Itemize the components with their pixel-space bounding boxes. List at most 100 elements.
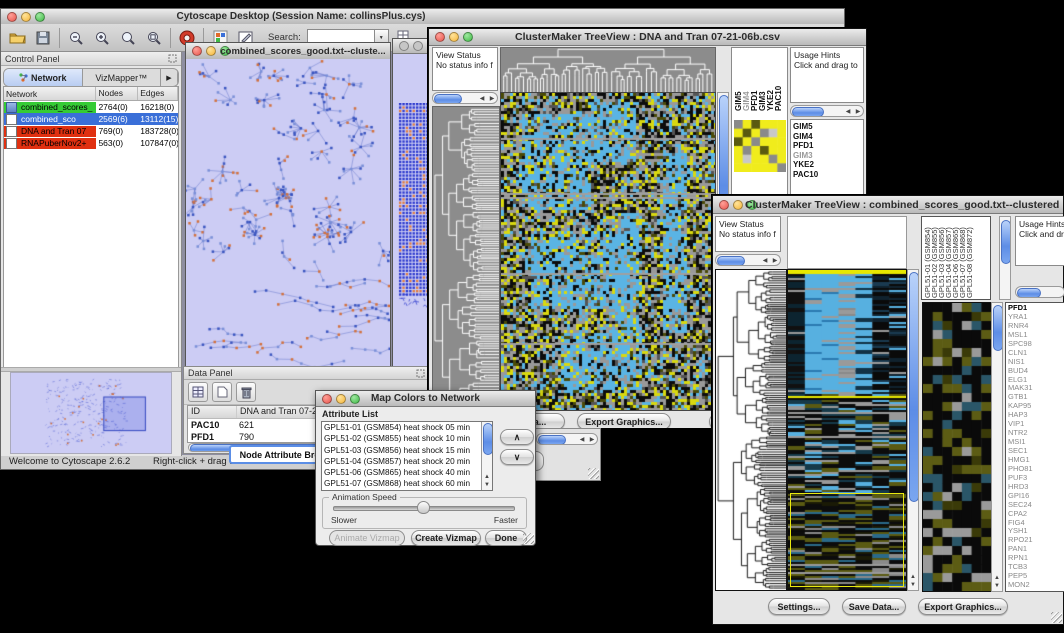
gene-item[interactable]: MSL1 (1008, 331, 1062, 340)
scroll-thumb[interactable] (909, 272, 919, 502)
scroll-right-icon[interactable]: ▶ (587, 436, 597, 444)
gene-item[interactable]: MSI1 (1008, 438, 1062, 447)
scroll-right-icon[interactable]: ▶ (487, 95, 497, 103)
gene-item[interactable]: GIM5 (793, 122, 861, 132)
fragment-hscrollbar[interactable]: ◀ ▶ (536, 433, 598, 445)
attribute-item[interactable]: GPL51-06 (GSM865) heat shock 40 min (322, 467, 492, 478)
network-row[interactable]: RNAPuberNov2+ 563(0) 107847(0) (4, 137, 178, 149)
column-label[interactable]: GPL51-08 (GSM872) (965, 218, 974, 298)
gene-item[interactable]: FIG4 (1008, 519, 1062, 528)
network-window-2-titlebar[interactable] (393, 39, 433, 54)
network-window-1-titlebar[interactable]: combined_scores_good.txt--cluste... (186, 43, 390, 60)
main-titlebar[interactable]: Cytoscape Desktop (Session Name: collins… (1, 9, 844, 25)
attribute-select-icon[interactable] (188, 382, 208, 402)
tv2-zoom-heatmap[interactable] (922, 302, 992, 592)
scroll-up-icon[interactable]: ▲ (992, 574, 1002, 582)
tv2-row-dendrogram[interactable] (715, 269, 787, 591)
minimize-icon[interactable] (449, 32, 459, 42)
gene-item[interactable]: PEP5 (1008, 572, 1062, 581)
save-data-button[interactable]: Save Data... (842, 598, 906, 615)
gene-item[interactable]: BUD4 (1008, 367, 1062, 376)
zoom-fit-icon[interactable] (118, 28, 138, 48)
tv2-hints-hscrollbar[interactable] (1015, 286, 1064, 298)
gene-item[interactable]: YRA1 (1008, 313, 1062, 322)
gene-item[interactable]: RPN1 (1008, 554, 1062, 563)
zoom-in-icon[interactable] (92, 28, 112, 48)
scroll-thumb[interactable] (434, 94, 462, 104)
gene-item[interactable]: PUF3 (1008, 474, 1062, 483)
resize-grip[interactable] (523, 533, 534, 544)
scroll-down-icon[interactable]: ▼ (992, 582, 1002, 590)
network-row[interactable]: DNA and Tran 07 769(0) 183728(0) (4, 125, 178, 137)
id-column-header[interactable]: ID (188, 406, 237, 418)
scroll-up-icon[interactable]: ▲ (482, 473, 492, 481)
tab-network[interactable]: Network (4, 69, 83, 86)
zoom-out-icon[interactable] (66, 28, 86, 48)
gene-item[interactable]: NIS1 (1008, 358, 1062, 367)
minimize-icon[interactable] (413, 41, 423, 51)
resize-grip[interactable] (1051, 612, 1062, 623)
scroll-left-icon[interactable]: ◀ (760, 257, 770, 265)
float-panel-icon[interactable] (168, 54, 177, 63)
network-row[interactable]: combined_scores_ 2764(0) 16218(0) (4, 101, 178, 113)
export-graphics-button[interactable]: Export Graphics... (918, 598, 1008, 615)
create-vizmap-button[interactable]: Create Vizmap (411, 530, 481, 546)
open-folder-icon[interactable] (7, 28, 27, 48)
tv1-similarity-matrix[interactable] (734, 120, 786, 172)
column-nodes[interactable]: Nodes (96, 87, 138, 100)
resize-grip[interactable] (588, 468, 599, 479)
gene-item[interactable]: PHO81 (1008, 465, 1062, 474)
close-icon[interactable] (399, 41, 409, 51)
gene-item[interactable]: PAN1 (1008, 545, 1062, 554)
attribute-item[interactable]: GPL51-03 (GSM856) heat shock 15 min (322, 445, 492, 456)
gene-item[interactable]: HRD3 (1008, 483, 1062, 492)
scroll-down-icon[interactable]: ▼ (482, 481, 492, 489)
tab-overflow-arrow[interactable]: ▶ (161, 69, 178, 86)
gene-item[interactable]: SPC98 (1008, 340, 1062, 349)
gene-item[interactable]: GPI16 (1008, 492, 1062, 501)
gene-item[interactable]: RNR4 (1008, 322, 1062, 331)
heatmap-selection-rect[interactable] (790, 493, 904, 587)
gene-item[interactable]: MON2 (1008, 581, 1062, 590)
save-icon[interactable] (33, 28, 53, 48)
gene-item[interactable]: PFD1 (1008, 304, 1062, 313)
gene-item[interactable]: PFD1 (793, 141, 861, 151)
gene-item[interactable]: CLN1 (1008, 349, 1062, 358)
gene-item[interactable]: NTR2 (1008, 429, 1062, 438)
gene-item[interactable]: ELG1 (1008, 376, 1062, 385)
attribute-item[interactable]: GPL51-02 (GSM855) heat shock 10 min (322, 433, 492, 444)
network-view-canvas[interactable] (186, 59, 390, 371)
gene-item[interactable]: GIM3 (793, 151, 861, 161)
settings-button[interactable]: Settings... (768, 598, 830, 615)
treeview1-titlebar[interactable]: ClusterMaker TreeView : DNA and Tran 07-… (429, 29, 866, 46)
scroll-thumb[interactable] (538, 435, 566, 445)
attribute-item[interactable]: GPL51-07 (GSM868) heat shock 60 min (322, 478, 492, 489)
treeview2-titlebar[interactable]: ClusterMaker TreeView : combined_scores_… (713, 196, 1063, 214)
gene-item[interactable]: MAK31 (1008, 384, 1062, 393)
tv1-row-dendrogram[interactable] (432, 106, 500, 411)
tv1-status-hscrollbar[interactable]: ◀ ▶ (432, 92, 498, 104)
close-icon[interactable] (192, 46, 202, 56)
scroll-left-icon[interactable]: ◀ (477, 95, 487, 103)
move-up-button[interactable]: ∧ (500, 429, 534, 445)
scroll-left-icon[interactable]: ◀ (577, 436, 587, 444)
float-panel-icon[interactable] (416, 369, 425, 378)
tv2-status-hscrollbar[interactable]: ◀ ▶ (715, 254, 781, 266)
gene-item[interactable]: SEC24 (1008, 501, 1062, 510)
minimize-icon[interactable] (206, 46, 216, 56)
tv1-column-dendrogram[interactable] (500, 47, 716, 93)
gene-item[interactable]: RPO21 (1008, 536, 1062, 545)
scroll-thumb[interactable] (1017, 288, 1041, 298)
scroll-thumb[interactable] (717, 256, 745, 266)
zoom-selected-icon[interactable] (144, 28, 164, 48)
move-down-button[interactable]: ∨ (500, 449, 534, 465)
gene-item[interactable]: GTB1 (1008, 393, 1062, 402)
gene-item[interactable]: YSH1 (1008, 527, 1062, 536)
new-attribute-icon[interactable] (212, 382, 232, 402)
tv2-genes-vscrollbar[interactable]: ▲ ▼ (991, 302, 1003, 592)
scroll-thumb[interactable] (483, 423, 492, 455)
gene-item[interactable]: TCB3 (1008, 563, 1062, 572)
done-button[interactable]: Done (485, 530, 527, 546)
tv1-heatmap[interactable] (500, 92, 716, 411)
column-network[interactable]: Network (4, 87, 96, 100)
